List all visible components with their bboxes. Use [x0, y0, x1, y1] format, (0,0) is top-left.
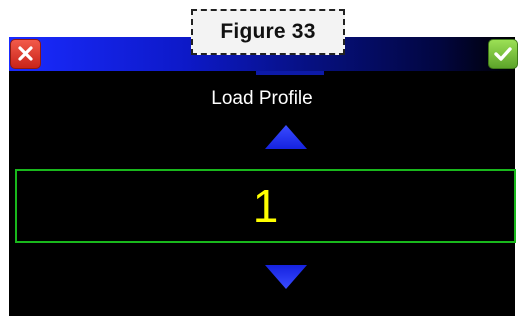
triangle-down-icon: [264, 265, 308, 294]
close-button[interactable]: [10, 39, 41, 69]
figure-caption-text: Figure 33: [220, 20, 316, 43]
value-text: 1: [252, 180, 279, 232]
title-bar-tab: [256, 71, 324, 75]
triangle-up-icon: [264, 125, 308, 154]
screen: Figure 33 Load Profile 1: [0, 0, 523, 316]
decrement-button[interactable]: [264, 264, 308, 295]
value-display[interactable]: 1: [15, 169, 516, 243]
increment-button[interactable]: [264, 124, 308, 155]
confirm-button[interactable]: [488, 39, 518, 69]
figure-caption: Figure 33: [191, 9, 345, 55]
prompt-label: Load Profile: [211, 88, 313, 109]
